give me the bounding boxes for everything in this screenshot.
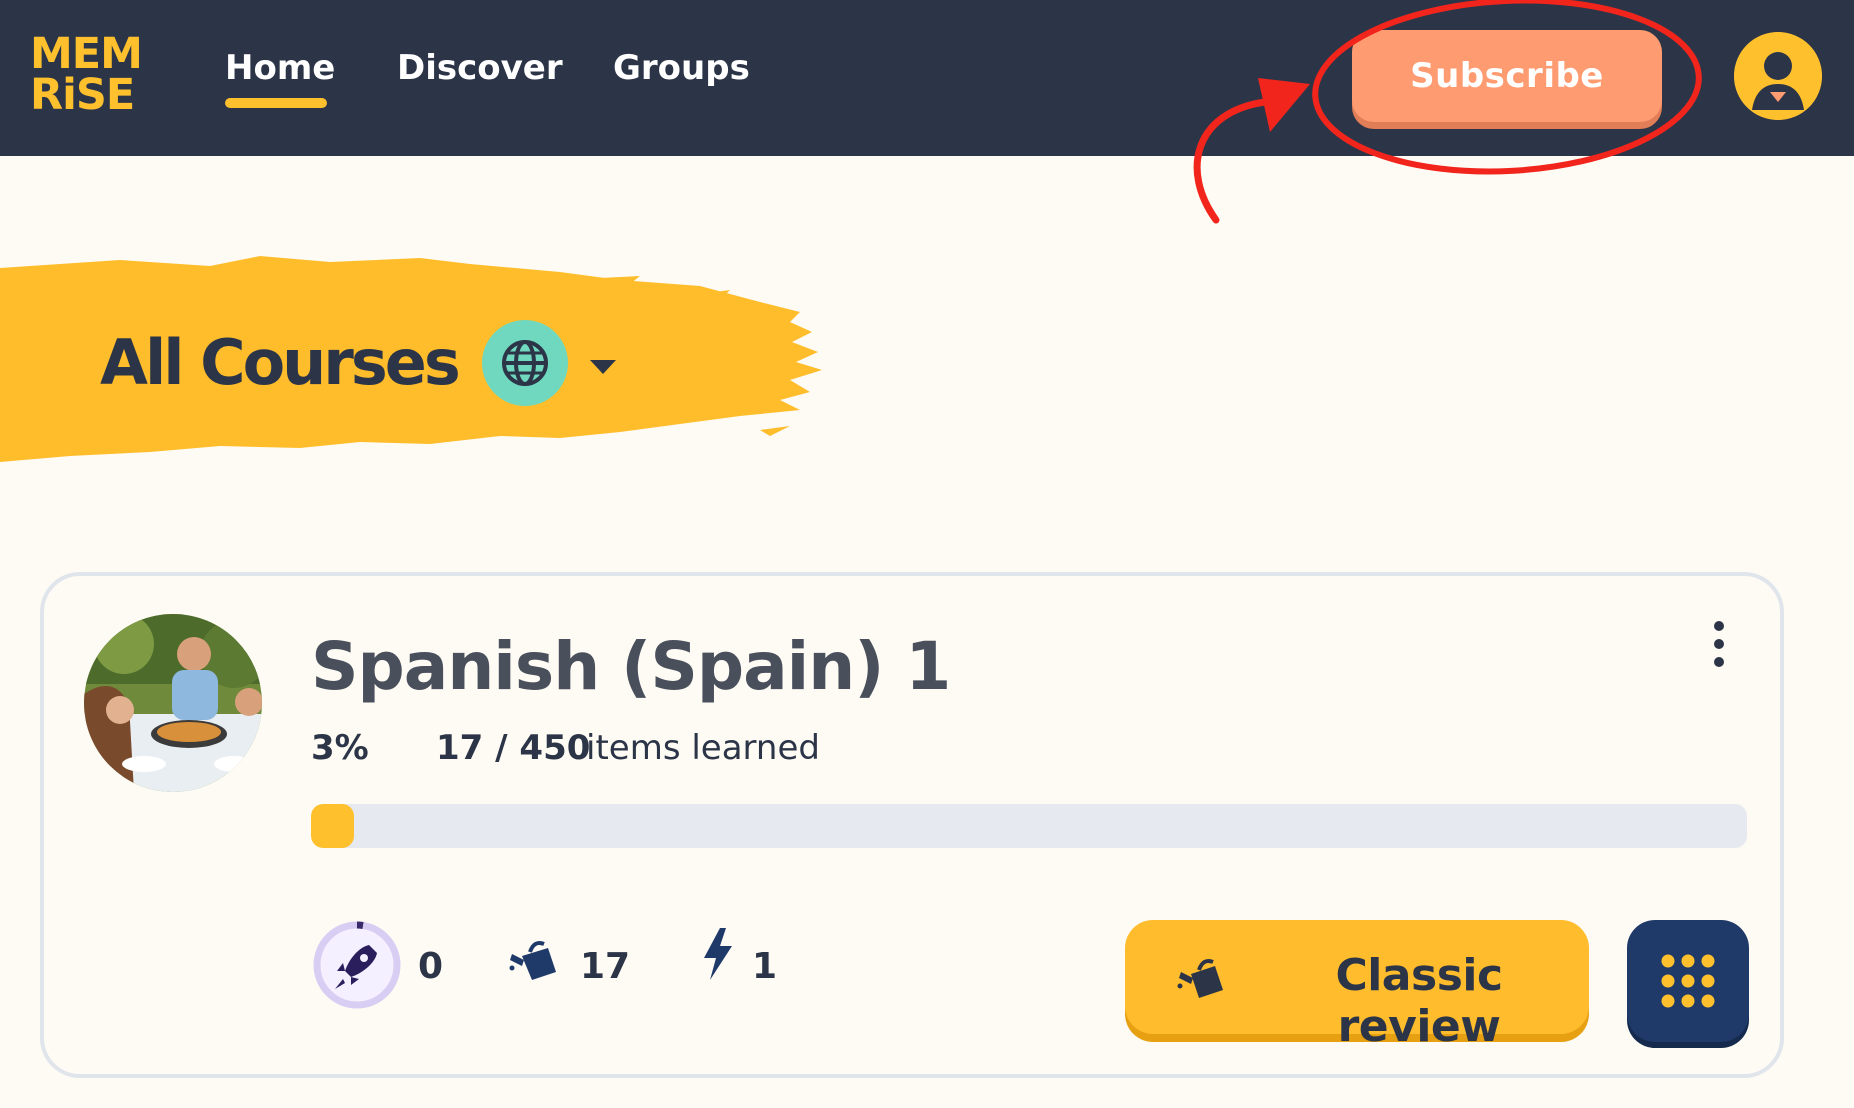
course-thumbnail[interactable] bbox=[84, 614, 262, 792]
items-learned-count: 17 / 450 bbox=[436, 728, 591, 768]
course-options-button[interactable] bbox=[1704, 616, 1734, 676]
globe-icon bbox=[502, 340, 548, 386]
difficult-words-count: 1 bbox=[752, 946, 778, 987]
language-filter-button[interactable] bbox=[482, 320, 568, 406]
review-stat-icon bbox=[508, 934, 562, 990]
page-title: All Courses bbox=[100, 326, 461, 399]
watering-can-icon bbox=[509, 941, 556, 980]
grid-dots-icon bbox=[1661, 954, 1715, 1008]
progress-percent: 3% bbox=[311, 728, 369, 768]
speed-review-icon bbox=[311, 919, 403, 1015]
chevron-down-icon bbox=[590, 360, 616, 374]
difficult-words-icon bbox=[698, 926, 738, 986]
top-navigation-bar: MEM RiSE Home Discover Groups Subscribe bbox=[0, 0, 1854, 156]
classic-review-label: Classic review bbox=[1335, 950, 1503, 1052]
more-vertical-icon bbox=[1714, 621, 1724, 667]
rocket-icon bbox=[313, 921, 401, 1009]
review-count: 17 bbox=[580, 946, 631, 987]
subscribe-button[interactable]: Subscribe bbox=[1352, 30, 1662, 122]
classic-review-button[interactable]: Classic review bbox=[1125, 920, 1589, 1052]
course-card[interactable]: Spanish (Spain) 1 3% 17 / 450 items lear… bbox=[40, 572, 1784, 1078]
logo-line-1: MEM bbox=[30, 29, 143, 79]
classic-review-icon bbox=[1175, 954, 1229, 1005]
logo-line-2: RiSE bbox=[30, 70, 135, 120]
memrise-logo[interactable]: MEM RiSE bbox=[30, 29, 143, 120]
course-progress-fill bbox=[311, 804, 355, 848]
avatar-figure-icon bbox=[1734, 32, 1822, 120]
nav-home-link[interactable]: Home bbox=[225, 48, 335, 88]
nav-discover-link[interactable]: Discover bbox=[397, 48, 563, 88]
speed-review-count: 0 bbox=[418, 946, 444, 987]
course-progress-bar bbox=[311, 804, 1747, 848]
language-filter-dropdown[interactable] bbox=[585, 352, 621, 382]
items-learned-label: items learned bbox=[586, 728, 820, 768]
nav-active-indicator bbox=[225, 98, 327, 108]
lightning-icon bbox=[704, 928, 732, 980]
watering-can-icon bbox=[1177, 959, 1223, 998]
user-avatar-icon[interactable] bbox=[1734, 32, 1822, 120]
nav-groups-link[interactable]: Groups bbox=[613, 48, 750, 88]
learning-modes-button[interactable] bbox=[1627, 920, 1749, 1042]
course-title[interactable]: Spanish (Spain) 1 bbox=[311, 628, 951, 705]
course-photo-image bbox=[84, 614, 262, 792]
